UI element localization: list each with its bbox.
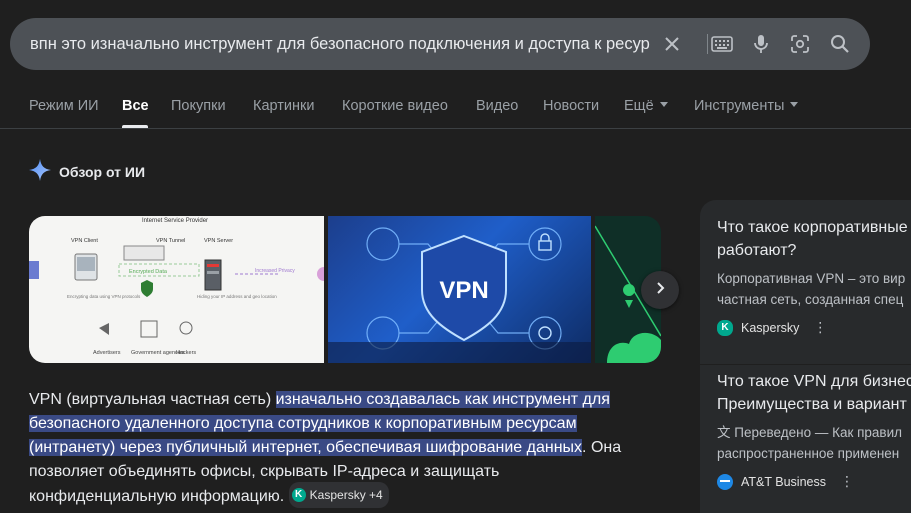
- search-input[interactable]: впн это изначально инструмент для безопа…: [30, 18, 658, 70]
- translate-icon: 文: [717, 425, 731, 440]
- vpn-diagram-image[interactable]: Internet Service Provider VPN Client VPN…: [29, 216, 331, 363]
- side-result-source: AT&T Business ⋮: [717, 473, 911, 490]
- side-result-title-line2[interactable]: работают?: [717, 239, 911, 262]
- more-options-icon[interactable]: ⋮: [813, 319, 827, 336]
- search-tabs: Режим ИИ Все Покупки Картинки Короткие в…: [0, 88, 911, 129]
- answer-lead: VPN (виртуальная частная сеть): [29, 391, 276, 408]
- carousel-next-button[interactable]: [641, 271, 679, 309]
- side-result-source-name: Kaspersky: [741, 320, 800, 335]
- side-result-title[interactable]: Что такое корпоративные: [717, 216, 911, 239]
- diagram-server-label: VPN Server: [204, 238, 233, 244]
- diagram-isp-label: Internet Service Provider: [142, 218, 208, 224]
- vpn-shield-image[interactable]: VPN: [328, 216, 591, 363]
- side-result-source-name: AT&T Business: [741, 474, 826, 489]
- tab-tools[interactable]: Инструменты: [694, 98, 799, 114]
- kaspersky-logo-icon: K: [291, 488, 306, 502]
- diagram-client-label: VPN Client: [71, 238, 98, 244]
- sparkle-icon: [29, 158, 51, 186]
- side-results-panel: Что такое корпоративные работают? Корпор…: [700, 200, 911, 513]
- search-bar[interactable]: впн это изначально инструмент для безопа…: [10, 18, 870, 70]
- tab-news[interactable]: Новости: [543, 98, 599, 114]
- vpn-badge-text: VPN: [439, 277, 488, 304]
- chevron-right-icon: [653, 281, 667, 300]
- side-result-snippet: Корпоративная VPN – это вир: [717, 271, 906, 286]
- diagram-advertisers-label: Advertisers: [93, 350, 121, 356]
- image-carousel: Internet Service Provider VPN Client VPN…: [29, 216, 661, 363]
- source-chip-label: Kaspersky +4: [309, 488, 383, 502]
- side-result-snippet: 文 Переведено — Как правил: [717, 422, 911, 443]
- diagram-tunnel-label: VPN Tunnel: [156, 238, 185, 244]
- side-result-source: K Kaspersky ⋮: [717, 319, 911, 336]
- ai-overview-title: Обзор от ИИ: [59, 164, 146, 180]
- search-divider: [707, 34, 708, 54]
- tab-tools-label: Инструменты: [694, 98, 785, 114]
- tab-more[interactable]: Ещё: [624, 98, 668, 114]
- tab-shopping[interactable]: Покупки: [171, 98, 226, 114]
- tab-images[interactable]: Картинки: [253, 98, 314, 114]
- side-result-snippet-line2: распространенное применен: [717, 446, 900, 461]
- att-logo-icon: [717, 473, 733, 490]
- clear-icon[interactable]: [660, 32, 684, 56]
- side-result-title[interactable]: Что такое VPN для бизнес: [717, 370, 911, 393]
- active-tab-indicator: [122, 125, 148, 128]
- tab-more-label: Ещё: [624, 98, 654, 114]
- side-result-snippet-line2: частная сеть, созданная спец: [717, 292, 904, 307]
- more-options-icon[interactable]: ⋮: [840, 473, 854, 490]
- lens-icon[interactable]: [788, 32, 812, 56]
- chevron-down-icon: [790, 101, 799, 107]
- ai-answer-text: VPN (виртуальная частная сеть) изначальн…: [29, 388, 649, 510]
- keyboard-icon[interactable]: [710, 32, 734, 56]
- kaspersky-logo-icon: K: [717, 319, 733, 336]
- tab-all[interactable]: Все: [122, 98, 149, 114]
- chevron-down-icon: [659, 101, 668, 107]
- diagram-increased-label: Increased Privacy: [255, 268, 295, 274]
- microphone-icon[interactable]: [749, 32, 773, 56]
- tab-short-videos[interactable]: Короткие видео: [342, 98, 448, 114]
- divider: [700, 364, 911, 365]
- source-chip[interactable]: K Kaspersky +4: [288, 482, 389, 508]
- ai-overview-header: Обзор от ИИ: [29, 158, 146, 186]
- diagram-encrypted-label: Encrypted Data: [129, 269, 168, 275]
- side-result-card[interactable]: Что такое VPN для бизнес Преимущества и …: [717, 370, 911, 490]
- side-result-snippet-text: Переведено — Как правил: [734, 425, 903, 440]
- diagram-hackers-label: Hackers: [176, 350, 196, 356]
- search-icon[interactable]: [828, 32, 852, 56]
- side-result-card[interactable]: Что такое корпоративные работают? Корпор…: [717, 216, 911, 336]
- diagram-encrypting-label: Encrypting data using VPN protocols: [67, 294, 141, 299]
- diagram-hiding-label: Hiding your IP address and geo location: [197, 294, 277, 299]
- tab-videos[interactable]: Видео: [476, 98, 518, 114]
- side-result-title-line2[interactable]: Преимущества и вариант: [717, 393, 911, 416]
- tab-ai-mode[interactable]: Режим ИИ: [29, 98, 99, 114]
